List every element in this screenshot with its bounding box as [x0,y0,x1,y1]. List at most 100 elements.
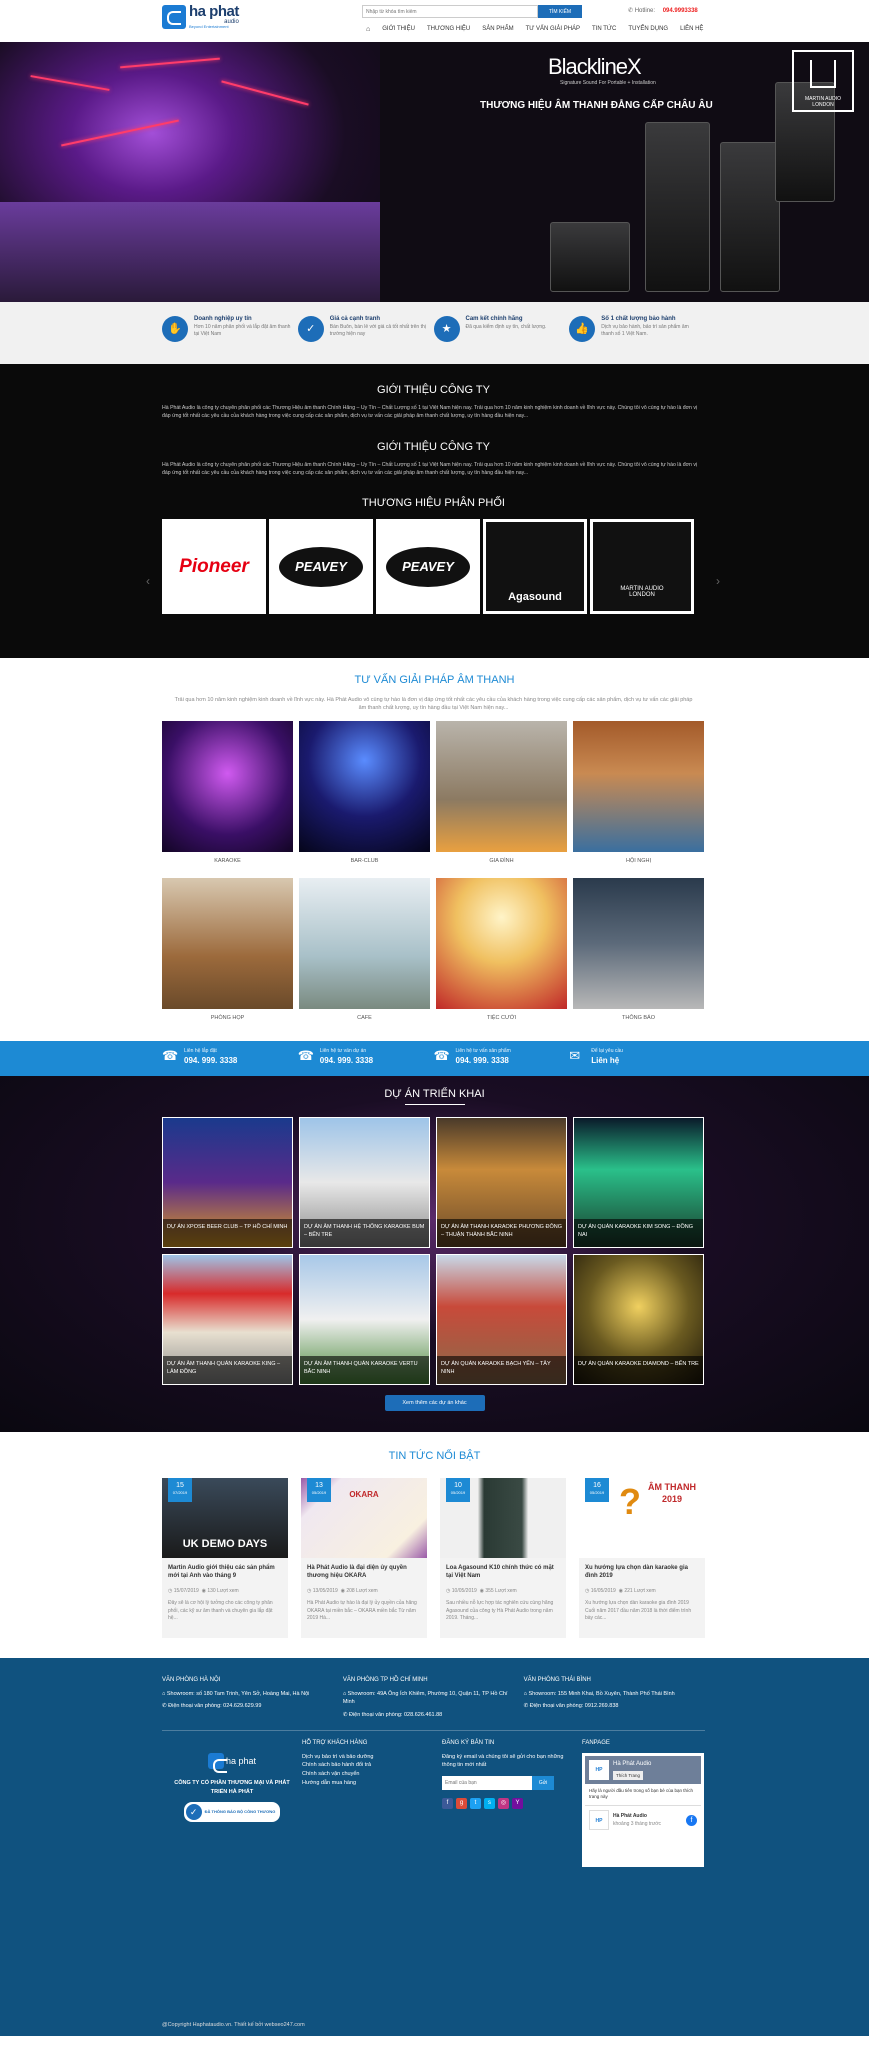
home-icon[interactable]: ⌂ [360,26,376,33]
news-card[interactable]: UK DEMO DAYS 15 07/2019 Martin Audio giới… [162,1478,288,1638]
divider [404,1104,465,1105]
news-card[interactable]: OKARA 13 05/2019 Hà Phát Audio là đại diệ… [301,1478,427,1638]
hero-banner[interactable]: BlacklineX Signature Sound For Portable … [0,42,869,302]
phone-icon: ✆ [342,1712,348,1719]
phone-icon: ✆ [162,1703,167,1710]
brand-logo-martin[interactable]: MARTIN AUDIO LONDON [590,519,694,615]
news-meta: ◷ 16/05/2019 ◉ 221 Lượt xem [585,1588,656,1594]
yahoo-icon[interactable]: Y [512,1798,523,1810]
hotline-number[interactable]: 094.9993338 [663,8,698,14]
instagram-icon[interactable]: ◎ [498,1798,509,1810]
phone-icon: ☎ [162,1048,179,1063]
project-card[interactable]: DỰ ÁN QUÁN KARAOKE BẠCH YẾN – TÂY NINH [436,1254,567,1385]
news-meta: ◷ 10/05/2019 ◉ 355 Lượt xem [446,1588,517,1594]
support-link[interactable]: Hướng dẫn mua hàng [302,1779,442,1788]
nav-item[interactable]: LIÊN HỆ [674,26,709,33]
brand-logo-peavey[interactable]: PEAVEY [269,519,373,615]
footer-logo[interactable]: ha phat [207,1752,256,1773]
search-bar: TÌM KIẾM [362,5,582,18]
check-icon: ✓ [185,1804,202,1821]
google-plus-icon[interactable]: g [456,1798,467,1810]
news-meta: ◷ 13/05/2019 ◉ 208 Lượt xem [307,1588,378,1594]
brand-logo-peavey[interactable]: PEAVEY [376,519,480,615]
hotline-label: Hotline: [634,8,656,14]
solution-card[interactable]: PHÒNG HỌP [162,877,293,1029]
nav-item[interactable]: TIN TỨC [586,26,622,33]
nav-item[interactable]: SẢN PHẨM [476,26,519,33]
fan-post: HP Hà Phát Audio khoảng 3 tháng trước f [585,1805,701,1834]
question-mark-icon: ? [619,1481,641,1522]
subscribe-button[interactable]: Gửi [532,1776,554,1791]
news-date-badge: 15 07/2019 [168,1478,192,1502]
shield-icon: ✓ [297,316,324,342]
contact-item[interactable]: ☎ Liên hệ tư vấn sản phẩm 094. 999. 3338 [434,1048,570,1065]
project-card[interactable]: DỰ ÁN ÂM THANH HỆ THỐNG KARAOKE BUM – BẾ… [299,1117,430,1248]
contact-item[interactable]: ☎ Liên hệ lắp đặt 094. 999. 3338 [162,1048,298,1065]
bct-badge[interactable]: ✓ ĐÃ THÔNG BÁO BỘ CÔNG THƯƠNG [183,1802,281,1823]
hotline: ✆ Hotline: 094.9993338 [628,7,698,14]
home-icon: ⌂ [523,1690,527,1697]
project-card[interactable]: DỰ ÁN QUÁN KARAOKE KIM SONG – ĐỒNG NAI [573,1117,704,1248]
martin-m-icon [810,60,836,88]
hero-stage-floor [0,202,380,302]
news-card[interactable]: 10 05/2019 Loa Agasound K10 chính thức có… [440,1478,566,1638]
project-card[interactable]: DỰ ÁN ÂM THANH QUÁN KARAOKE VERTU BẮC NI… [299,1254,430,1385]
footer-main: ha phat CÔNG TY CỔ PHẦN THƯƠNG MẠI VÀ PH… [162,1731,705,1867]
carousel-next-icon[interactable]: › [716,574,720,588]
solution-card[interactable]: KARAOKE [162,720,293,872]
solution-card[interactable]: TIỆC CƯỚI [436,877,567,1029]
news-card[interactable]: ? ÂM THANH 2019 16 05/2019 Xu hướng lựa c… [579,1478,705,1638]
copyright: @Copyright Haphataudio.vn. Thiết kế bởi … [162,2022,305,2028]
solution-image [436,877,567,1009]
main-nav: ⌂ GIỚI THIỆU THƯƠNG HIỆU SẢN PHẨM TƯ VẤN… [360,26,709,33]
facebook-widget[interactable]: HP Hà Phát Audio Thích Trang Hãy là người… [582,1752,704,1867]
brand-carousel: Pioneer PEAVEY PEAVEY Agasound MARTIN AU… [162,519,705,615]
nav-item[interactable]: TUYỂN DỤNG [622,26,674,33]
logo-mark-icon [207,1752,227,1773]
like-page-button[interactable]: Thích Trang [613,1771,644,1781]
nav-item[interactable]: GIỚI THIỆU [376,26,421,33]
more-projects-button[interactable]: Xem thêm các dự án khác [384,1395,485,1411]
twitter-icon[interactable]: t [470,1798,481,1810]
intro-section: GIỚI THIỆU CÔNG TY Hà Phát Audio là công… [0,364,869,658]
search-input[interactable] [362,5,538,18]
site-header: ha phat audio Beyond Entertainment TÌM K… [0,0,869,42]
carousel-prev-icon[interactable]: ‹ [146,574,150,588]
brand-logo-pioneer[interactable]: Pioneer [162,519,266,615]
contact-item[interactable]: ☎ Liên hệ tư vấn dự án 094. 999. 3338 [298,1048,434,1065]
office-hcm: VĂN PHÒNG TP HỒ CHÍ MINH ⌂ Showroom: 49A… [342,1677,508,1719]
footer-subscribe: ĐĂNG KÝ BẢN TIN Đăng ký email và chúng t… [442,1739,582,1867]
skype-icon[interactable]: s [484,1798,495,1810]
support-link[interactable]: Chính sách bảo hành đổi trả [302,1761,442,1770]
support-link[interactable]: Chính sách vận chuyển [302,1770,442,1779]
project-card[interactable]: DỰ ÁN ÂM THANH KARAOKE PHƯƠNG ĐÔNG – THU… [436,1117,567,1248]
site-logo[interactable]: ha phat audio Beyond Entertainment [162,4,239,29]
project-card[interactable]: DỰ ÁN XPOSE BEER CLUB – TP HỒ CHÍ MINH [162,1117,293,1248]
solution-card[interactable]: THÔNG BÁO [573,877,704,1029]
speaker-image [720,142,780,292]
project-card[interactable]: DỰ ÁN QUÁN KARAOKE DIAMOND – BẾN TRE [573,1254,704,1385]
contact-item[interactable]: ✉ Để lại yêu cầu Liên hệ [569,1048,705,1065]
usp-item: ✓ Giá cả cạnh tranh Bán Buôn, bán lẻ với … [297,316,434,342]
handshake-icon: ✋ [162,316,188,342]
home-icon: ⌂ [342,1690,347,1697]
usp-section: ✋ Doanh nghiệp uy tín Hơn 10 năm phân phố… [0,302,869,364]
project-card[interactable]: DỰ ÁN ÂM THANH QUÁN KARAOKE KING – LÂM Đ… [162,1254,293,1385]
search-button[interactable]: TÌM KIẾM [538,5,582,18]
brand-logo-agasound[interactable]: Agasound [483,519,587,615]
solutions-desc: Trải qua hơn 10 năm kinh nghiệm kinh doa… [174,697,693,712]
solution-card[interactable]: HỘI NGHỊ [573,720,704,872]
solution-card[interactable]: GIA ĐÌNH [436,720,567,872]
speaker-image [645,122,710,292]
support-link[interactable]: Dịch vụ bảo trì và bảo dưỡng [302,1753,442,1762]
facebook-icon: f [686,1814,697,1826]
nav-item[interactable]: THƯƠNG HIỆU [421,26,476,33]
email-input[interactable] [442,1776,532,1791]
solution-card[interactable]: BAR-CLUB [299,720,430,872]
solution-card[interactable]: CAFE [299,877,430,1029]
office-thaibinh: VĂN PHÒNG THÁI BÌNH ⌂ Showroom: 155 Minh… [523,1677,675,1710]
news-date-badge: 13 05/2019 [307,1478,331,1502]
facebook-icon[interactable]: f [442,1798,453,1810]
news-title: TIN TỨC NỔI BẬT [388,1450,481,1462]
nav-item[interactable]: TƯ VẤN GIẢI PHÁP [520,26,586,33]
